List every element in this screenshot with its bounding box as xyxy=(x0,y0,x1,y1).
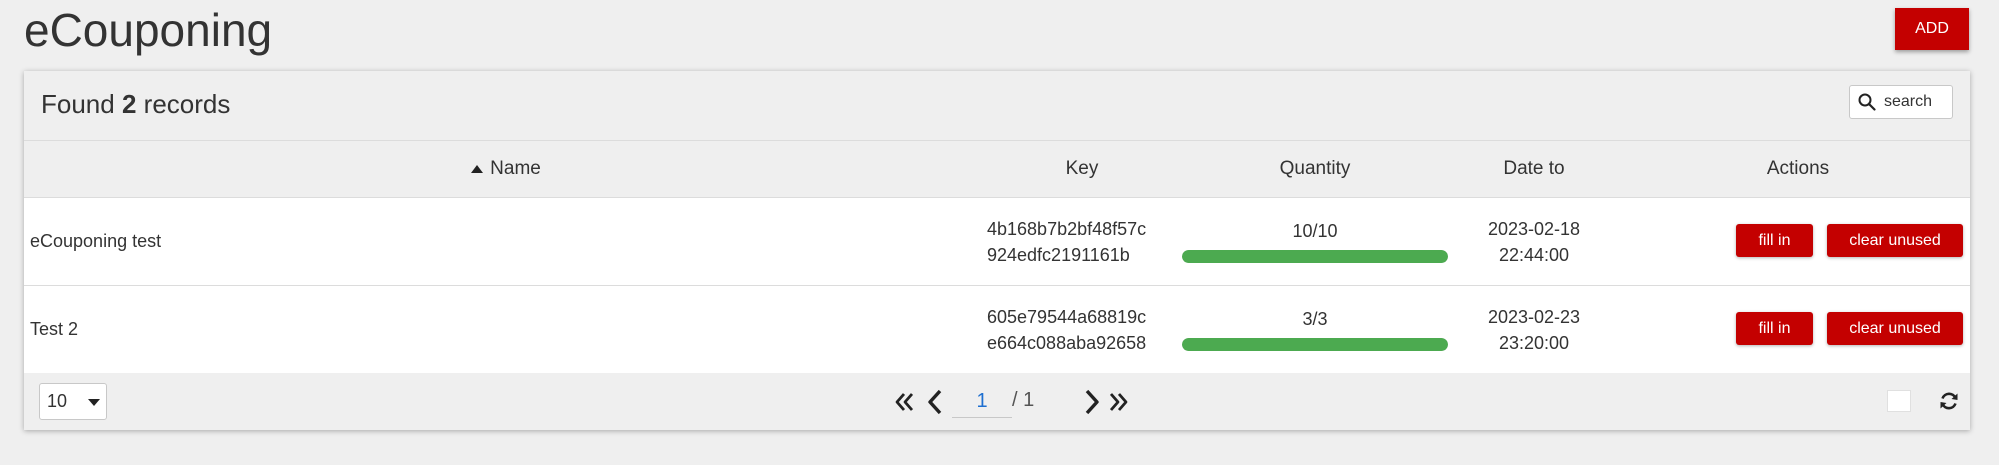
column-header-actions: Actions xyxy=(1674,141,1922,197)
row-key-line1: 4b168b7b2bf48f57c xyxy=(987,218,1147,239)
quantity-progress-fill xyxy=(1182,337,1448,351)
last-page-button[interactable] xyxy=(1106,383,1130,420)
page-total: / 1 xyxy=(1012,388,1035,411)
refresh-button[interactable] xyxy=(1937,389,1961,413)
quantity-progress-fill xyxy=(1182,249,1448,263)
caret-down-icon xyxy=(88,399,100,406)
records-count: Found 2 records xyxy=(41,89,230,120)
found-count: 2 xyxy=(121,89,137,119)
page-number-input[interactable] xyxy=(952,385,1012,418)
column-header-key[interactable]: Key xyxy=(987,141,1177,197)
quantity-progress-bar xyxy=(1182,337,1448,351)
quantity-progress-bar xyxy=(1182,249,1448,263)
column-actions-label: Actions xyxy=(1766,158,1830,179)
column-header-quantity[interactable]: Quantity xyxy=(1182,141,1448,197)
row-key-line1: 605e79544a68819c xyxy=(987,306,1147,327)
row-date: 2023-02-18 xyxy=(1487,218,1581,239)
row-time: 23:20:00 xyxy=(1498,332,1570,353)
table-header: Name Key Quantity Date to Actions xyxy=(24,141,1970,198)
fill-in-button[interactable]: fill in xyxy=(1736,312,1813,345)
table-row: Test 2 605e79544a68819c e664c088aba92658… xyxy=(24,286,1970,374)
double-chevron-left-icon xyxy=(895,392,914,411)
row-key-line2: 924edfc2191161b xyxy=(987,244,1130,265)
column-quantity-label: Quantity xyxy=(1279,158,1351,179)
row-time: 22:44:00 xyxy=(1498,244,1570,265)
double-chevron-right-icon xyxy=(1109,392,1128,411)
search-icon xyxy=(1858,93,1876,111)
row-key-line2: e664c088aba92658 xyxy=(987,332,1147,353)
next-page-button[interactable] xyxy=(1081,383,1103,420)
row-date-to: 2023-02-18 22:44:00 xyxy=(1464,198,1604,285)
page-title: eCouponing xyxy=(24,4,273,56)
search-button[interactable]: search xyxy=(1849,85,1953,119)
row-quantity-text: 3/3 xyxy=(1302,308,1328,329)
chevron-left-icon xyxy=(928,389,942,414)
row-quantity: 3/3 xyxy=(1182,286,1448,373)
records-panel: Found 2 records search Name Key Quantity… xyxy=(24,71,1970,430)
row-key: 605e79544a68819c e664c088aba92658 xyxy=(987,286,1167,373)
column-key-label: Key xyxy=(1065,158,1099,179)
table-footer: 10 / 1 xyxy=(24,373,1970,430)
clear-unused-button[interactable]: clear unused xyxy=(1827,224,1963,257)
add-button[interactable]: ADD xyxy=(1895,8,1969,50)
search-label: search xyxy=(1884,93,1933,110)
sort-asc-icon xyxy=(471,165,484,173)
fill-in-button[interactable]: fill in xyxy=(1736,224,1813,257)
first-page-button[interactable] xyxy=(893,383,917,420)
chevron-right-icon xyxy=(1085,389,1099,414)
panel-header: Found 2 records search xyxy=(24,71,1970,141)
column-date-label: Date to xyxy=(1503,158,1565,179)
page-size-value: 10 xyxy=(47,391,68,411)
table-row: eCouponing test 4b168b7b2bf48f57c 924edf… xyxy=(24,198,1970,286)
row-name: Test 2 xyxy=(30,319,79,339)
column-name-label: Name xyxy=(490,158,541,179)
row-name: eCouponing test xyxy=(30,231,162,251)
found-suffix: records xyxy=(143,89,231,119)
row-date: 2023-02-23 xyxy=(1487,306,1581,327)
column-header-date-to[interactable]: Date to xyxy=(1464,141,1604,197)
row-key: 4b168b7b2bf48f57c 924edfc2191161b xyxy=(987,198,1167,285)
page-size-select[interactable]: 10 xyxy=(39,383,107,420)
column-toggle[interactable] xyxy=(1887,390,1911,412)
clear-unused-button[interactable]: clear unused xyxy=(1827,312,1963,345)
found-prefix: Found xyxy=(41,89,115,119)
row-date-to: 2023-02-23 23:20:00 xyxy=(1464,286,1604,373)
row-quantity: 10/10 xyxy=(1182,198,1448,285)
row-quantity-text: 10/10 xyxy=(1292,220,1338,241)
refresh-icon xyxy=(1940,392,1958,410)
column-header-name[interactable]: Name xyxy=(24,141,987,197)
prev-page-button[interactable] xyxy=(924,383,946,420)
